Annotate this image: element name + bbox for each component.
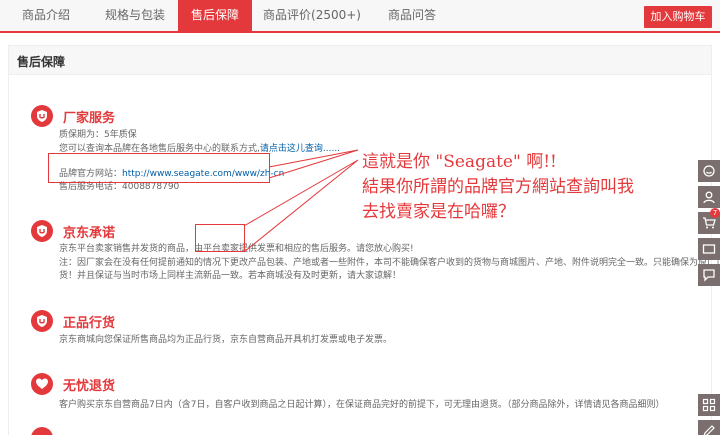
annotation-line-3: 去找賣家是在哈囉？ (362, 202, 515, 222)
sidebar-chat-button[interactable] (698, 160, 720, 182)
message-icon (703, 269, 715, 282)
cart-icon (703, 217, 716, 229)
grid-icon (702, 398, 716, 412)
annotation-arrow-1 (268, 149, 359, 179)
cart-count-badge: 7 (710, 208, 720, 218)
user-icon (703, 191, 715, 204)
annotation-arrow-2 (243, 159, 359, 253)
ticket-icon (702, 244, 716, 254)
sidebar-cart-button[interactable]: 7 (698, 208, 720, 234)
pencil-icon (703, 425, 715, 435)
annotation-arrows (243, 149, 359, 253)
annotation-line-1: 這就是你 "Seagate" 啊!! (362, 152, 557, 172)
sidebar-message-button[interactable] (698, 264, 720, 286)
annotation-line-2: 結果你所謂的品牌官方網站查詢叫我 (362, 177, 634, 197)
smile-icon (703, 165, 715, 177)
sidebar-user-button[interactable] (698, 186, 720, 208)
sidebar-edit-button[interactable] (698, 420, 720, 435)
sidebar-grid-button[interactable] (698, 394, 720, 416)
sidebar-ticket-button[interactable] (698, 238, 720, 260)
